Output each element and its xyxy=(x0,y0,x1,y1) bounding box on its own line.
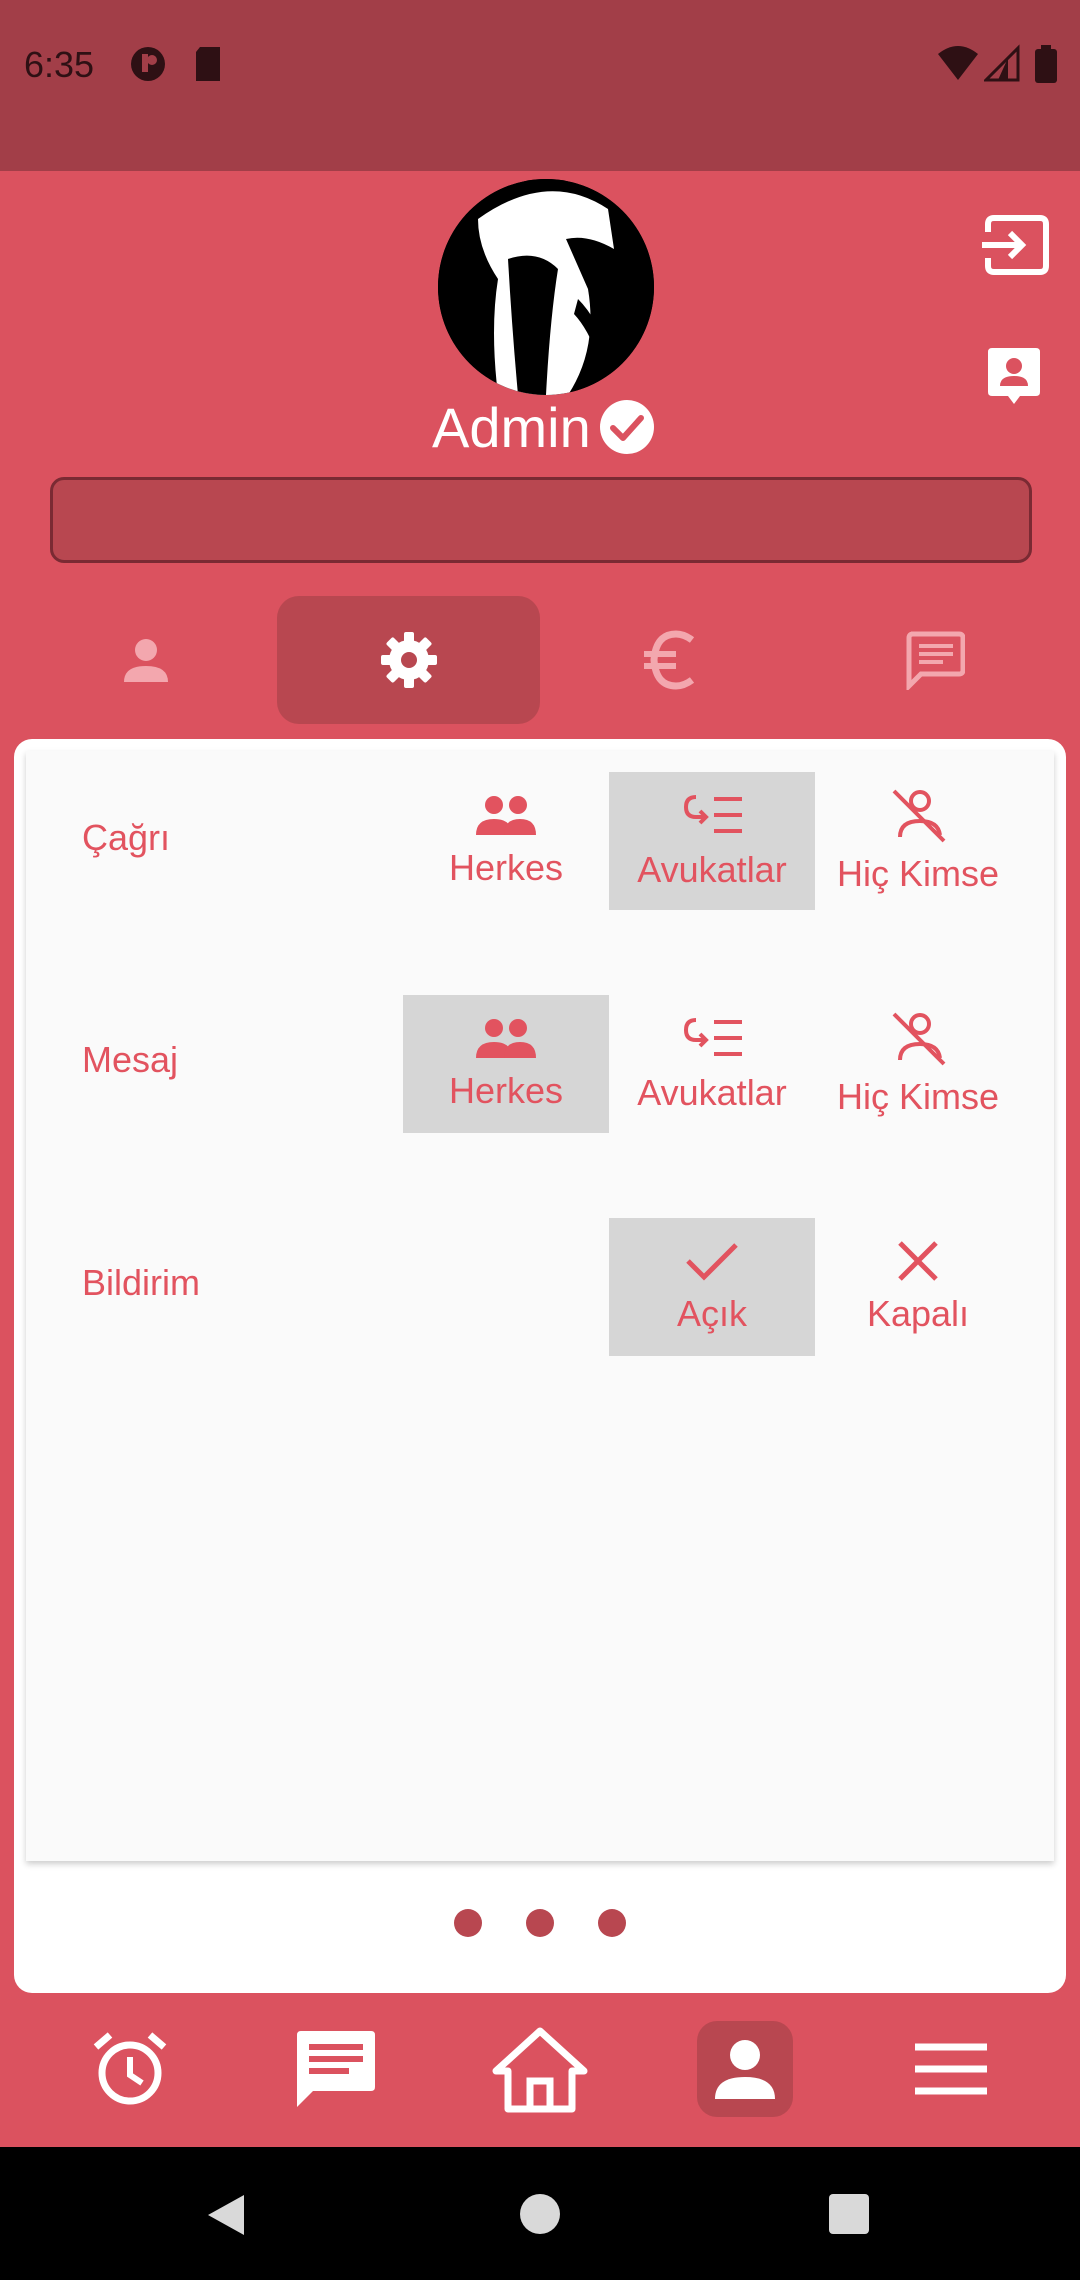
person-icon xyxy=(123,639,168,682)
verified-check-icon xyxy=(599,400,654,454)
call-setting-label: Çağrı xyxy=(82,817,171,858)
tab-settings[interactable] xyxy=(277,596,540,724)
page-dot[interactable] xyxy=(454,1909,482,1937)
alarm-icon xyxy=(93,2032,167,2105)
message-icon xyxy=(297,2031,375,2107)
tab-profile[interactable] xyxy=(14,596,277,724)
close-icon xyxy=(898,1241,938,1281)
message-setting-label: Mesaj xyxy=(82,1039,179,1080)
option-label: Kapalı xyxy=(866,1293,970,1334)
wifi-icon xyxy=(938,46,978,80)
checklist-icon xyxy=(683,1018,742,1056)
group-icon xyxy=(476,1019,536,1058)
signal-icon xyxy=(984,44,1020,82)
nav-home[interactable] xyxy=(492,2021,588,2117)
logout-icon xyxy=(982,215,1049,275)
recents-icon[interactable] xyxy=(828,2193,870,2235)
notification-setting-label: Bildirim xyxy=(82,1262,201,1303)
page-dot[interactable] xyxy=(526,1909,554,1937)
contact-card-button[interactable] xyxy=(988,348,1040,411)
home-circle-icon[interactable] xyxy=(518,2192,562,2236)
account-icon xyxy=(715,2040,775,2099)
option-label: Hiç Kimse xyxy=(836,853,1000,894)
call-option-everyone[interactable]: Herkes xyxy=(403,772,609,910)
option-label: Hiç Kimse xyxy=(836,1076,1000,1117)
chat-icon xyxy=(906,631,965,690)
back-icon[interactable] xyxy=(204,2191,248,2239)
battery-icon xyxy=(1035,45,1057,83)
option-label: Açık xyxy=(676,1293,747,1334)
app-notification-icon xyxy=(131,47,165,81)
group-icon xyxy=(476,796,536,835)
nav-menu[interactable] xyxy=(903,2021,999,2117)
call-option-nobody[interactable]: Hiç Kimse xyxy=(815,772,1021,910)
option-label: Avukatlar xyxy=(637,1072,787,1113)
option-label: Herkes xyxy=(448,1070,564,1111)
check-icon xyxy=(686,1243,738,1281)
checklist-icon xyxy=(683,795,742,833)
menu-icon xyxy=(915,2043,987,2095)
page-dot[interactable] xyxy=(598,1909,626,1937)
status-time: 6:35 xyxy=(24,44,95,85)
message-option-everyone[interactable]: Herkes xyxy=(403,995,609,1133)
nav-messages[interactable] xyxy=(287,2021,383,2117)
contact-card-icon xyxy=(988,348,1040,404)
option-label: Herkes xyxy=(448,847,564,888)
notification-option-on[interactable]: Açık xyxy=(609,1218,815,1356)
profile-name-row: Admin xyxy=(432,392,655,462)
settings-card: Çağrı Herkes Avukatlar Hiç Kimse Mesaj H… xyxy=(14,739,1066,1993)
system-navigation-bar xyxy=(0,2147,1080,2280)
call-option-lawyers[interactable]: Avukatlar xyxy=(609,772,815,910)
avatar[interactable] xyxy=(438,179,654,395)
message-option-lawyers[interactable]: Avukatlar xyxy=(609,995,815,1133)
page-indicator xyxy=(14,1909,1066,1949)
gear-icon xyxy=(380,632,437,688)
privacy-settings-panel: Çağrı Herkes Avukatlar Hiç Kimse Mesaj H… xyxy=(26,751,1054,1861)
nav-alarm[interactable] xyxy=(82,2021,178,2117)
logout-button[interactable] xyxy=(980,214,1050,281)
person-off-icon xyxy=(892,789,946,843)
tab-payments[interactable] xyxy=(540,596,803,724)
profile-name: Admin xyxy=(432,395,591,459)
profile-tabs xyxy=(0,596,1080,724)
tab-messages[interactable] xyxy=(803,596,1066,724)
search-input[interactable] xyxy=(50,477,1032,563)
status-bar: 6:35 xyxy=(0,0,1080,171)
euro-icon xyxy=(643,630,694,690)
bottom-navigation xyxy=(0,1993,1080,2147)
home-icon xyxy=(492,2027,588,2113)
notification-option-off[interactable]: Kapalı xyxy=(815,1218,1021,1356)
message-option-nobody[interactable]: Hiç Kimse xyxy=(815,995,1021,1133)
sd-card-icon xyxy=(196,47,220,81)
person-off-icon xyxy=(892,1012,946,1066)
option-label: Avukatlar xyxy=(637,849,787,890)
nav-account[interactable] xyxy=(697,2021,793,2117)
